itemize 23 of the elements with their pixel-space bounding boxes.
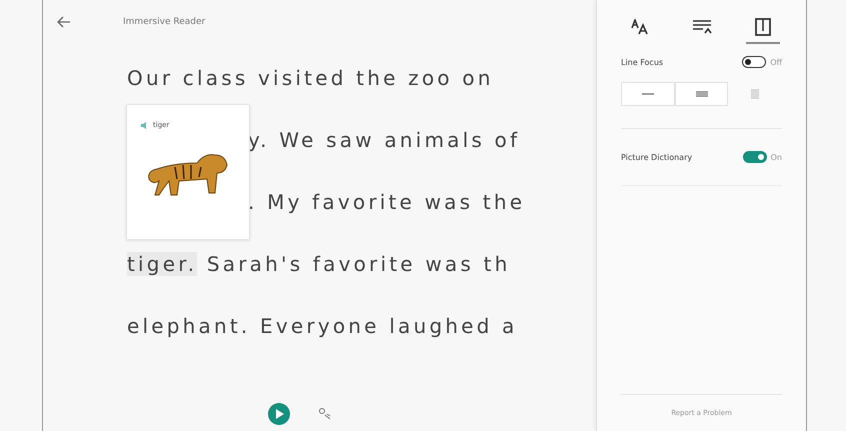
- picture-dictionary-label: Picture Dictionary: [621, 152, 692, 162]
- line-focus-toggle[interactable]: [742, 56, 766, 68]
- toggle-state: On: [770, 152, 782, 162]
- reading-text-line: Our class visited the zoo on: [127, 66, 494, 90]
- voice-settings-icon[interactable]: [318, 407, 332, 421]
- line-focus-label: Line Focus: [621, 58, 664, 66]
- reading-text-line: . My favorite was the: [248, 190, 526, 214]
- text-lines-icon: [692, 19, 712, 35]
- highlighted-word[interactable]: tiger.: [127, 252, 198, 276]
- play-button[interactable]: [268, 403, 290, 425]
- reading-text-line: elephant. Everyone laughed a: [127, 314, 518, 338]
- picture-dictionary-toggle[interactable]: [742, 151, 767, 163]
- three-lines-icon: [694, 91, 708, 97]
- back-arrow-icon[interactable]: [57, 16, 71, 28]
- app-title: Immersive Reader: [123, 17, 206, 27]
- book-icon: [755, 18, 771, 36]
- toggle-state: Off: [770, 58, 782, 66]
- reading-text-line: Sarah's favorite was th: [206, 252, 510, 276]
- play-icon: [274, 408, 284, 420]
- five-lines-icon: [750, 89, 760, 99]
- one-line-icon: [640, 92, 655, 96]
- text-size-icon: [631, 19, 649, 35]
- three-lines-option[interactable]: [674, 82, 728, 106]
